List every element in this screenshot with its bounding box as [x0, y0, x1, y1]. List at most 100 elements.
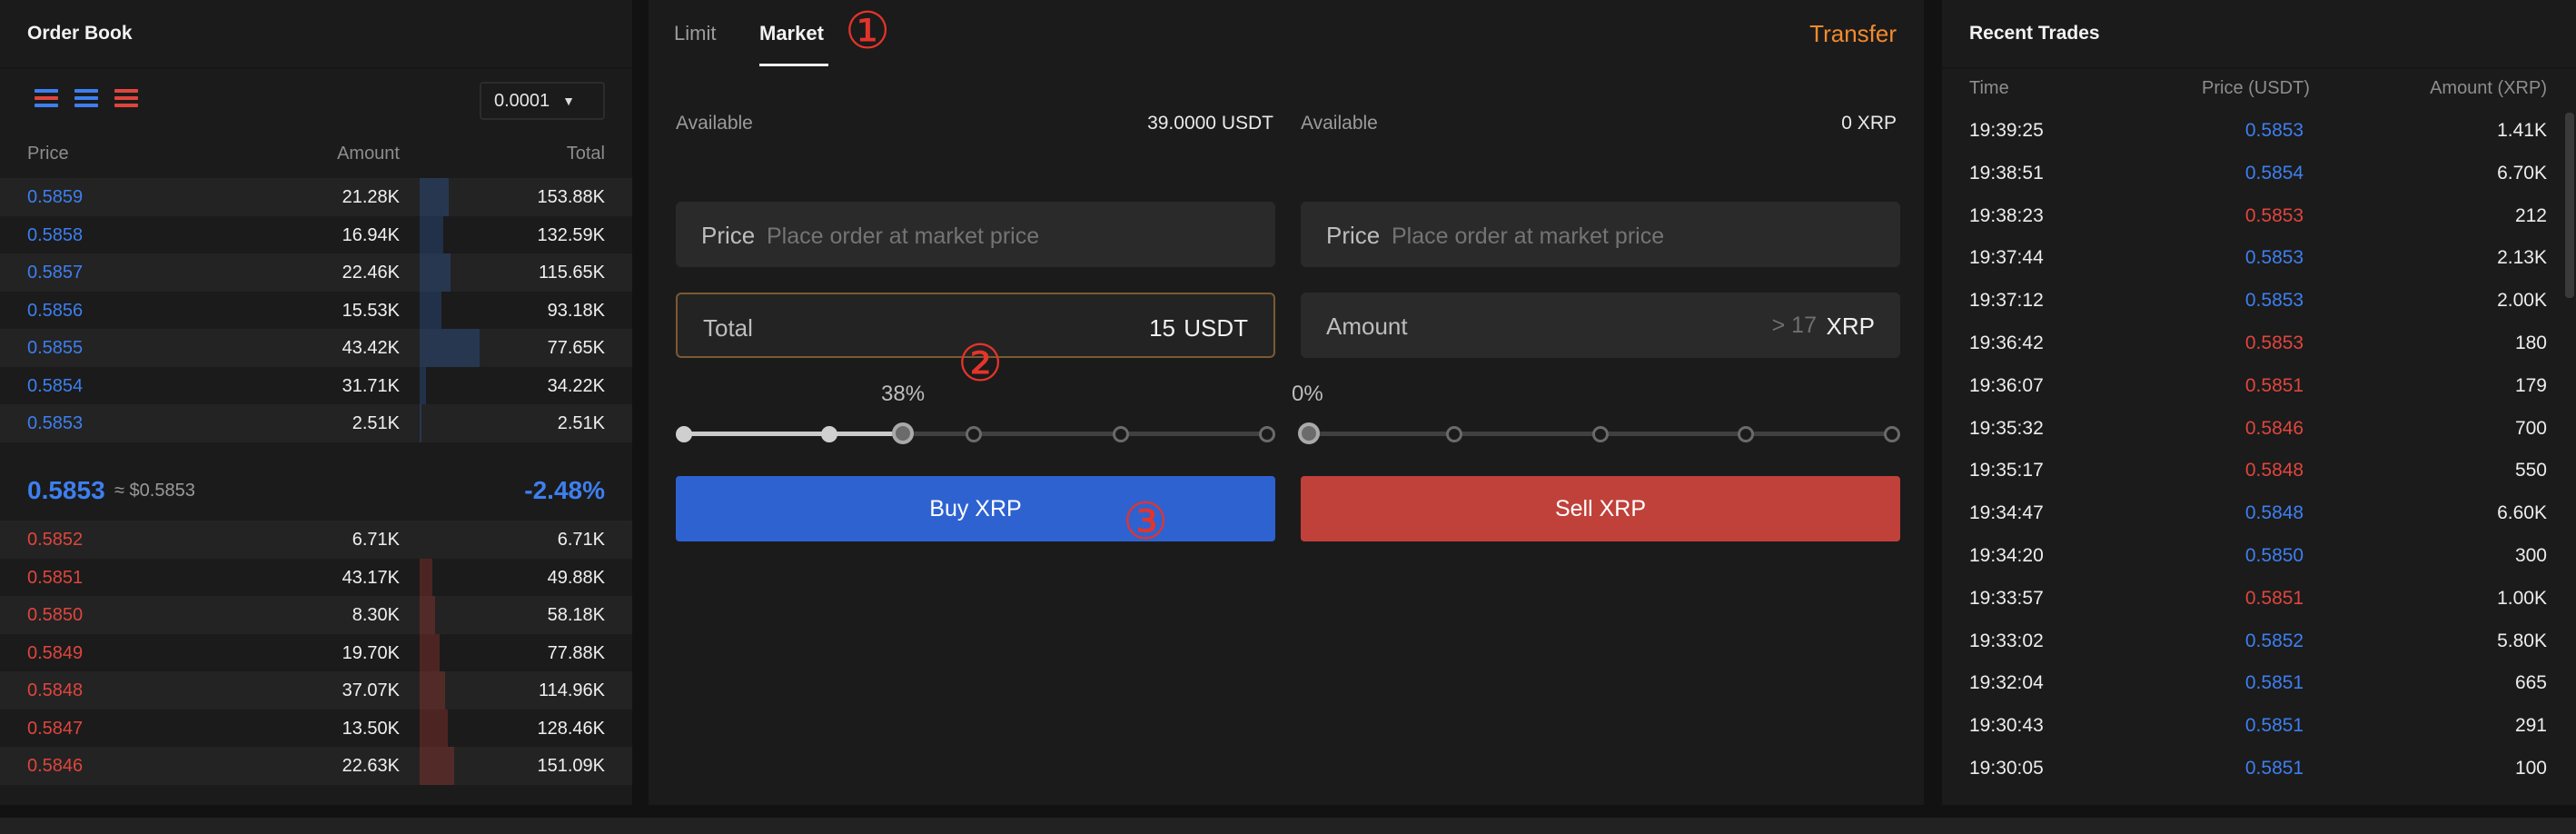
- trade-time: 19:38:51: [1969, 162, 2044, 184]
- bid-row[interactable]: 0.5848 37.07K 114.96K: [0, 671, 632, 710]
- row-total: 153.88K: [537, 187, 605, 207]
- header-trade-price: Price (USDT): [2202, 78, 2310, 98]
- sell-slider-step-2[interactable]: [1592, 426, 1609, 442]
- ask-row[interactable]: 0.5858 16.94K 132.59K: [0, 215, 632, 253]
- depth-bar: [420, 558, 433, 596]
- bottom-bar: [0, 818, 2576, 834]
- buy-slider-step-0[interactable]: [676, 426, 692, 442]
- view-bids-icon[interactable]: [74, 89, 98, 111]
- sell-slider-handle[interactable]: [1298, 422, 1320, 444]
- depth-bar: [420, 253, 451, 292]
- ask-row[interactable]: 0.5855 43.42K 77.65K: [0, 329, 632, 367]
- depth-bar: [420, 633, 440, 671]
- row-price: 0.5859: [27, 187, 84, 207]
- recent-trades-title: Recent Trades: [1969, 23, 2100, 44]
- row-total: 77.65K: [547, 338, 605, 358]
- sell-amount-field[interactable]: Amount > 17 XRP: [1301, 293, 1900, 358]
- trade-price: 0.5851: [2244, 757, 2304, 779]
- order-book-title: Order Book: [27, 23, 133, 44]
- header-price: Price: [27, 144, 69, 164]
- trade-row: 19:34:20 0.5850 300: [1942, 536, 2576, 579]
- bid-row[interactable]: 0.5850 8.30K 58.18K: [0, 596, 632, 634]
- bid-row[interactable]: 0.5851 43.17K 49.88K: [0, 558, 632, 596]
- chevron-down-icon: ▼: [562, 94, 576, 108]
- sell-slider-step-4[interactable]: [1884, 426, 1900, 442]
- buy-slider-step-2[interactable]: [966, 426, 982, 442]
- bid-row[interactable]: 0.5849 19.70K 77.88K: [0, 633, 632, 671]
- trade-price: 0.5853: [2244, 247, 2304, 269]
- ask-row[interactable]: 0.5853 2.51K 2.51K: [0, 404, 632, 442]
- header-trade-amount: Amount (XRP): [2430, 78, 2547, 98]
- trade-row: 19:30:05 0.5851 100: [1942, 749, 2576, 791]
- buy-percent-label: 38%: [881, 382, 926, 406]
- view-both-icon[interactable]: [35, 89, 58, 111]
- buy-percent-slider[interactable]: [676, 422, 1275, 444]
- row-price: 0.5847: [27, 718, 84, 739]
- header-total: Total: [566, 144, 605, 164]
- depth-bar: [420, 329, 480, 367]
- view-asks-icon[interactable]: [114, 89, 138, 111]
- trade-row: 19:37:44 0.5853 2.13K: [1942, 238, 2576, 281]
- precision-select[interactable]: 0.0001 ▼: [480, 82, 605, 120]
- trade-amount: 1.41K: [2497, 120, 2547, 141]
- sell-slider-step-3[interactable]: [1738, 426, 1754, 442]
- trade-row: 19:35:32 0.5846 700: [1942, 409, 2576, 452]
- trade-price: 0.5848: [2244, 460, 2304, 482]
- row-amount: 31.71K: [342, 375, 400, 396]
- recent-trades-panel: Recent Trades Time Price (USDT) Amount (…: [1942, 0, 2576, 805]
- sell-percent-slider[interactable]: [1298, 422, 1900, 444]
- ask-row[interactable]: 0.5856 15.53K 93.18K: [0, 291, 632, 329]
- row-total: 77.88K: [547, 642, 605, 663]
- recent-trades-scrollbar[interactable]: [2565, 113, 2574, 298]
- row-amount: 43.17K: [342, 567, 400, 588]
- buy-slider-step-3[interactable]: [1113, 426, 1129, 442]
- annotation-2: ②: [957, 334, 1004, 392]
- trade-price: 0.5848: [2244, 502, 2304, 524]
- ask-row[interactable]: 0.5857 22.46K 115.65K: [0, 253, 632, 292]
- sell-button[interactable]: Sell XRP: [1301, 476, 1900, 541]
- trade-row: 19:33:57 0.5851 1.00K: [1942, 579, 2576, 621]
- tab-market[interactable]: Market: [759, 22, 824, 45]
- trade-amount: 2.13K: [2497, 247, 2547, 269]
- trade-row: 19:36:07 0.5851 179: [1942, 366, 2576, 409]
- price-change: -2.48%: [524, 476, 605, 504]
- buy-slider-step-4[interactable]: [1259, 426, 1275, 442]
- trade-price: 0.5853: [2244, 204, 2304, 226]
- ask-row[interactable]: 0.5854 31.71K 34.22K: [0, 366, 632, 404]
- buy-total-unit: USDT: [1184, 314, 1248, 342]
- depth-bar: [420, 178, 450, 216]
- buy-slider-handle[interactable]: [892, 422, 914, 444]
- row-total: 2.51K: [557, 413, 605, 433]
- recent-trades-column-headers: Time Price (USDT) Amount (XRP): [1942, 78, 2576, 104]
- row-price: 0.5852: [27, 530, 84, 550]
- trade-price: 0.5853: [2244, 332, 2304, 353]
- sell-price-label: Price: [1326, 222, 1381, 249]
- trade-price: 0.5853: [2244, 290, 2304, 312]
- buy-slider-step-1[interactable]: [821, 426, 837, 442]
- tab-limit[interactable]: Limit: [674, 22, 716, 45]
- row-amount: 15.53K: [342, 300, 400, 321]
- row-price: 0.5846: [27, 756, 84, 776]
- bid-row[interactable]: 0.5852 6.71K 6.71K: [0, 521, 632, 559]
- trade-row: 19:37:12 0.5853 2.00K: [1942, 281, 2576, 323]
- trade-amount: 700: [2514, 417, 2547, 439]
- buy-button[interactable]: Buy XRP: [676, 476, 1275, 541]
- transfer-link[interactable]: Transfer: [1809, 20, 1897, 48]
- header-time: Time: [1969, 78, 2009, 98]
- buy-price-field[interactable]: Price Place order at market price: [676, 202, 1275, 267]
- sell-slider-step-1[interactable]: [1446, 426, 1462, 442]
- trade-amount: 5.80K: [2497, 630, 2547, 651]
- sell-price-field[interactable]: Price Place order at market price: [1301, 202, 1900, 267]
- bid-row[interactable]: 0.5846 22.63K 151.09K: [0, 747, 632, 785]
- row-price: 0.5856: [27, 300, 84, 321]
- trade-time: 19:30:05: [1969, 757, 2044, 779]
- row-price: 0.5848: [27, 680, 84, 700]
- header-amount: Amount: [337, 144, 400, 164]
- bid-row[interactable]: 0.5847 13.50K 128.46K: [0, 709, 632, 747]
- trade-row: 19:32:04 0.5851 665: [1942, 663, 2576, 706]
- trade-time: 19:34:20: [1969, 544, 2044, 566]
- ask-row[interactable]: 0.5859 21.28K 153.88K: [0, 178, 632, 216]
- row-amount: 22.46K: [342, 263, 400, 283]
- trade-price: 0.5851: [2244, 672, 2304, 694]
- trade-amount: 1.00K: [2497, 587, 2547, 609]
